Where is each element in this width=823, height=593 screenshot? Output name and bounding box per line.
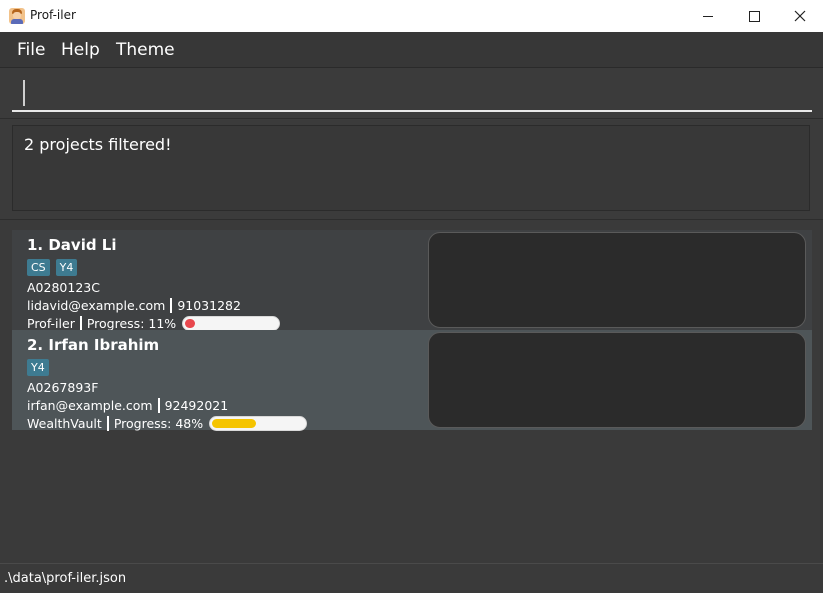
- tag-list: CS Y4: [27, 259, 83, 276]
- result-message: 2 projects filtered!: [12, 125, 810, 211]
- tag: Y4: [55, 259, 78, 276]
- project-name: Prof-iler: [27, 316, 75, 331]
- maximize-button[interactable]: [731, 0, 777, 32]
- person-card[interactable]: 1. David Li CS Y4 A0280123C lidavid@examp…: [12, 230, 812, 331]
- progress-bar: [209, 416, 308, 431]
- student-id: A0280123C: [27, 280, 100, 295]
- phone: 91031282: [177, 298, 241, 313]
- maximize-icon: [748, 10, 760, 22]
- status-bar: .\data\prof-iler.json: [0, 563, 823, 593]
- project-line: WealthVault Progress: 48%: [27, 416, 308, 431]
- progress-bar: [182, 316, 281, 331]
- person-list[interactable]: 1. David Li CS Y4 A0280123C lidavid@examp…: [0, 220, 823, 563]
- text-caret: [23, 80, 25, 106]
- person-name: 1. David Li: [27, 236, 117, 254]
- progress-fill: [212, 419, 257, 428]
- phone: 92492021: [164, 398, 229, 413]
- close-icon: [794, 10, 806, 22]
- person-card[interactable]: 2. Irfan Ibrahim Y4 A0267893F irfan@exam…: [12, 330, 812, 431]
- menu-help[interactable]: Help: [61, 40, 100, 60]
- app-logo-icon: [9, 8, 25, 24]
- menu-file[interactable]: File: [17, 40, 45, 60]
- progress-label: Progress: 48%: [113, 416, 204, 431]
- tag: CS: [27, 259, 50, 276]
- contact-line: irfan@example.com 92492021: [27, 398, 228, 413]
- divider: [157, 398, 160, 413]
- tag: Y4: [27, 359, 49, 376]
- minimize-icon: [703, 15, 713, 17]
- window-title: Prof-iler: [30, 8, 76, 22]
- command-input[interactable]: [12, 76, 812, 112]
- tag-list: Y4: [27, 359, 55, 376]
- save-file-path: .\data\prof-iler.json: [4, 571, 127, 586]
- title-bar: Prof-iler: [0, 0, 823, 32]
- progress-fill: [185, 319, 196, 328]
- divider: [106, 416, 109, 431]
- command-box: [0, 68, 823, 119]
- email: irfan@example.com: [27, 398, 153, 413]
- divider: [79, 316, 82, 331]
- email: lidavid@example.com: [27, 298, 166, 313]
- details-panel: [428, 332, 806, 428]
- menu-bar: File Help Theme: [0, 32, 823, 68]
- progress-label: Progress: 11%: [86, 316, 177, 331]
- menu-theme[interactable]: Theme: [116, 40, 175, 60]
- details-panel: [428, 232, 806, 328]
- project-name: WealthVault: [27, 416, 102, 431]
- close-button[interactable]: [777, 0, 823, 32]
- student-id: A0267893F: [27, 380, 99, 395]
- result-display-panel: 2 projects filtered!: [0, 119, 823, 220]
- divider: [170, 298, 173, 313]
- person-name: 2. Irfan Ibrahim: [27, 336, 160, 354]
- contact-line: lidavid@example.com 91031282: [27, 298, 241, 313]
- minimize-button[interactable]: [685, 0, 731, 32]
- project-line: Prof-iler Progress: 11%: [27, 316, 281, 331]
